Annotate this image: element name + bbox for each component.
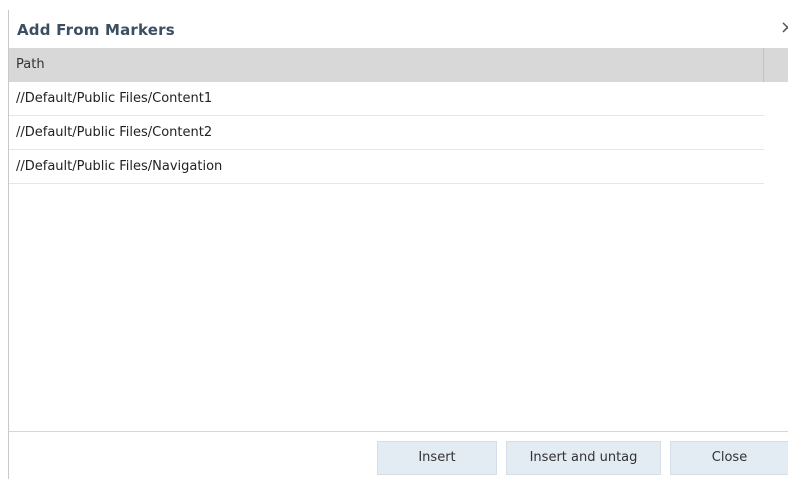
table-row[interactable]: //Default/Public Files/Content2	[9, 116, 764, 150]
close-icon[interactable]: ×	[780, 19, 788, 37]
insert-and-untag-button[interactable]: Insert and untag	[506, 441, 661, 475]
column-header-path[interactable]: Path	[9, 48, 764, 82]
table-row[interactable]: //Default/Public Files/Content1	[9, 82, 764, 116]
dialog-title: Add From Markers	[17, 21, 175, 39]
close-button[interactable]: Close	[670, 441, 788, 475]
add-from-markers-dialog: Add From Markers × Path //Default/Public…	[8, 10, 788, 479]
table-row[interactable]: //Default/Public Files/Navigation	[9, 150, 764, 184]
dialog-title-bar: Add From Markers ×	[9, 10, 788, 48]
column-header-label: Path	[16, 57, 45, 72]
grid-header: Path	[9, 48, 788, 82]
markers-grid: Path //Default/Public Files/Content1 //D…	[9, 48, 788, 432]
row-path: //Default/Public Files/Content1	[16, 91, 213, 106]
row-path: //Default/Public Files/Content2	[16, 125, 213, 140]
insert-button[interactable]: Insert	[377, 441, 497, 475]
row-path: //Default/Public Files/Navigation	[16, 159, 223, 174]
grid-rows: //Default/Public Files/Content1 //Defaul…	[9, 82, 764, 184]
